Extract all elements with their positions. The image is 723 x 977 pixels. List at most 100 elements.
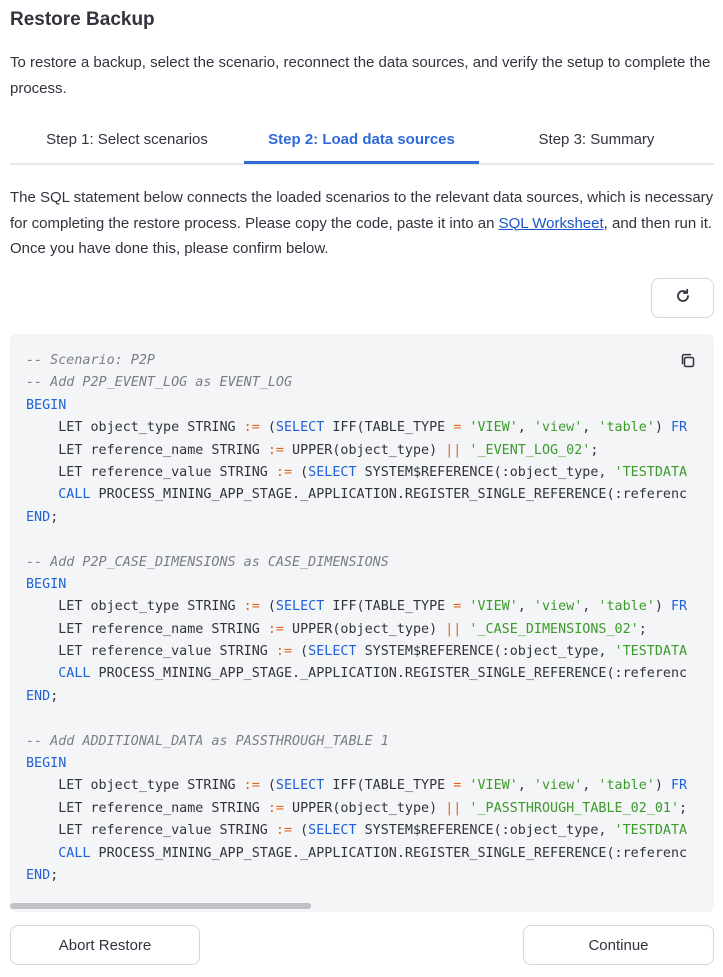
code-token: 'view'	[533, 778, 583, 794]
code-token: BEGIN	[26, 756, 67, 772]
code-token: PROCESS_MINING_APP_STAGE._APPLICATION.RE…	[90, 845, 688, 861]
code-token: ||	[445, 621, 462, 637]
step-tabs: Step 1: Select scenarios Step 2: Load da…	[10, 126, 714, 165]
code-token: 'table'	[598, 420, 655, 436]
code-token: PROCESS_MINING_APP_STAGE._APPLICATION.RE…	[90, 487, 688, 503]
code-token: 'table'	[598, 778, 655, 794]
refresh-button[interactable]	[651, 278, 714, 318]
code-line: LET reference_name STRING := UPPER(objec…	[26, 798, 706, 820]
sql-worksheet-link[interactable]: SQL Worksheet	[499, 215, 604, 232]
code-line: CALL PROCESS_MINING_APP_STAGE._APPLICATI…	[26, 484, 706, 506]
code-token: '_EVENT_LOG_02'	[469, 442, 591, 458]
code-token: IFF(TABLE_TYPE	[324, 420, 454, 436]
code-line: BEGIN	[26, 753, 706, 775]
code-line: LET reference_name STRING := UPPER(objec…	[26, 619, 706, 641]
code-line: LET reference_value STRING := (SELECT SY…	[26, 641, 706, 663]
code-token: ;	[590, 442, 599, 458]
code-line: END;	[26, 507, 706, 529]
code-line: LET object_type STRING := (SELECT IFF(TA…	[26, 417, 706, 439]
code-line: LET object_type STRING := (SELECT IFF(TA…	[26, 775, 706, 797]
code-token: LET reference_value STRING	[26, 464, 276, 480]
code-token: ;	[50, 688, 59, 704]
tab-select-scenarios[interactable]: Step 1: Select scenarios	[10, 126, 244, 165]
code-token: UPPER(object_type)	[283, 621, 446, 637]
code-token: CALL	[58, 487, 91, 503]
code-token: ;	[50, 867, 59, 883]
code-token: 'TESTDATA	[614, 823, 688, 839]
code-token: LET object_type STRING	[26, 599, 244, 615]
code-token: :=	[275, 823, 293, 839]
tab-summary[interactable]: Step 3: Summary	[479, 126, 714, 165]
code-token: ||	[445, 800, 462, 816]
code-token: FR	[670, 778, 688, 794]
code-token: 'view'	[533, 420, 583, 436]
code-token: END	[26, 867, 51, 883]
code-token: LET reference_name STRING	[26, 621, 268, 637]
code-token: :=	[275, 644, 293, 660]
code-line: LET reference_value STRING := (SELECT SY…	[26, 462, 706, 484]
code-token: :=	[243, 599, 260, 615]
code-token: IFF(TABLE_TYPE	[324, 778, 454, 794]
code-token: SELECT	[275, 420, 325, 436]
code-token: ,	[582, 778, 599, 794]
code-token: 'VIEW'	[469, 420, 518, 436]
code-line: BEGIN	[26, 395, 706, 417]
code-token: CALL	[58, 845, 91, 861]
continue-button[interactable]: Continue	[523, 925, 714, 965]
code-token: ;	[50, 509, 59, 525]
code-token: SELECT	[308, 644, 357, 660]
copy-button[interactable]	[674, 350, 700, 376]
code-token: 'VIEW'	[469, 599, 518, 615]
abort-restore-button[interactable]: Abort Restore	[10, 925, 200, 965]
code-token: ,	[517, 420, 534, 436]
copy-icon	[679, 352, 696, 374]
code-token: -- Add P2P_EVENT_LOG as EVENT_LOG	[26, 375, 293, 391]
code-token: BEGIN	[26, 397, 67, 413]
code-line: BEGIN	[26, 574, 706, 596]
code-line: -- Add P2P_CASE_DIMENSIONS as CASE_DIMEN…	[26, 552, 706, 574]
code-token: 'table'	[598, 599, 655, 615]
code-token: ;	[638, 621, 647, 637]
code-token: SELECT	[308, 823, 357, 839]
horizontal-scrollbar[interactable]	[10, 903, 311, 909]
code-token: 'TESTDATA	[614, 464, 688, 480]
code-token: 'view'	[533, 599, 583, 615]
code-token: FR	[670, 420, 688, 436]
code-token: SELECT	[275, 599, 325, 615]
code-token: LET reference_name STRING	[26, 800, 268, 816]
intro-text: To restore a backup, select the scenario…	[10, 54, 711, 97]
code-token: LET reference_value STRING	[26, 644, 276, 660]
code-token: '_CASE_DIMENSIONS_02'	[469, 621, 639, 637]
code-token: UPPER(object_type)	[283, 800, 446, 816]
code-token: 'VIEW'	[469, 778, 518, 794]
code-token: (	[259, 420, 276, 436]
tab-load-data-sources[interactable]: Step 2: Load data sources	[244, 126, 479, 165]
code-line: -- Add ADDITIONAL_DATA as PASSTHROUGH_TA…	[26, 731, 706, 753]
code-token: END	[26, 688, 51, 704]
code-token: LET object_type STRING	[26, 420, 244, 436]
code-token: )	[654, 420, 671, 436]
code-token: IFF(TABLE_TYPE	[324, 599, 454, 615]
code-token: SYSTEM$REFERENCE(:object_type,	[356, 823, 615, 839]
code-token: '_PASSTHROUGH_TABLE_02_01'	[469, 800, 680, 816]
code-token: :=	[243, 420, 260, 436]
code-token: FR	[670, 599, 688, 615]
code-token: LET reference_name STRING	[26, 442, 268, 458]
code-line: -- Add P2P_EVENT_LOG as EVENT_LOG	[26, 372, 706, 394]
code-token: BEGIN	[26, 576, 67, 592]
code-token: -- Add ADDITIONAL_DATA as PASSTHROUGH_TA…	[26, 733, 389, 749]
code-token: UPPER(object_type)	[283, 442, 446, 458]
code-token: PROCESS_MINING_APP_STAGE._APPLICATION.RE…	[90, 666, 688, 682]
code-token: )	[654, 778, 671, 794]
code-token: END	[26, 509, 51, 525]
code-token: (	[259, 778, 276, 794]
code-token: LET object_type STRING	[26, 778, 244, 794]
code-token: ,	[582, 420, 599, 436]
instructions-text: The SQL statement below connects the loa…	[10, 185, 716, 262]
code-token: (	[292, 464, 309, 480]
code-line: END;	[26, 865, 706, 887]
sql-code: -- Scenario: P2P -- Add P2P_EVENT_LOG as …	[26, 350, 706, 887]
code-token: CALL	[58, 666, 91, 682]
